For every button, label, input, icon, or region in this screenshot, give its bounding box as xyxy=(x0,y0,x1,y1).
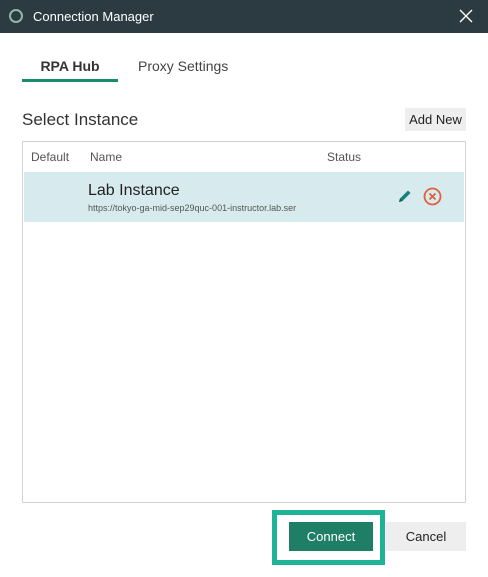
tab-proxy-settings[interactable]: Proxy Settings xyxy=(138,52,228,82)
column-header-default: Default xyxy=(31,150,70,164)
column-header-status: Status xyxy=(327,150,362,164)
section-title: Select Instance xyxy=(22,110,139,129)
cancel-button[interactable]: Cancel xyxy=(386,522,466,551)
window-title: Connection Manager xyxy=(33,9,154,24)
edit-icon[interactable] xyxy=(397,188,413,204)
title-bar: Connection Manager xyxy=(0,0,488,33)
table-row[interactable]: Lab Instance https://tokyo-ga-mid-sep29q… xyxy=(24,172,464,222)
app-logo-icon xyxy=(9,9,23,23)
table-header: Default Name Status xyxy=(23,142,465,172)
delete-icon[interactable] xyxy=(423,187,442,206)
column-header-name: Name xyxy=(90,150,123,164)
close-icon[interactable] xyxy=(457,7,475,25)
active-tab-indicator xyxy=(22,79,118,82)
instance-url: https://tokyo-ga-mid-sep29quc-001-instru… xyxy=(88,203,297,213)
tab-label: RPA Hub xyxy=(40,58,100,74)
instance-name: Lab Instance xyxy=(88,182,180,199)
instance-table: Default Name Status Lab Instance https:/… xyxy=(22,141,466,503)
connect-button[interactable]: Connect xyxy=(289,522,373,551)
tab-rpa-hub[interactable]: RPA Hub xyxy=(22,52,118,82)
add-new-button[interactable]: Add New xyxy=(405,108,466,131)
tab-label: Proxy Settings xyxy=(138,58,229,74)
